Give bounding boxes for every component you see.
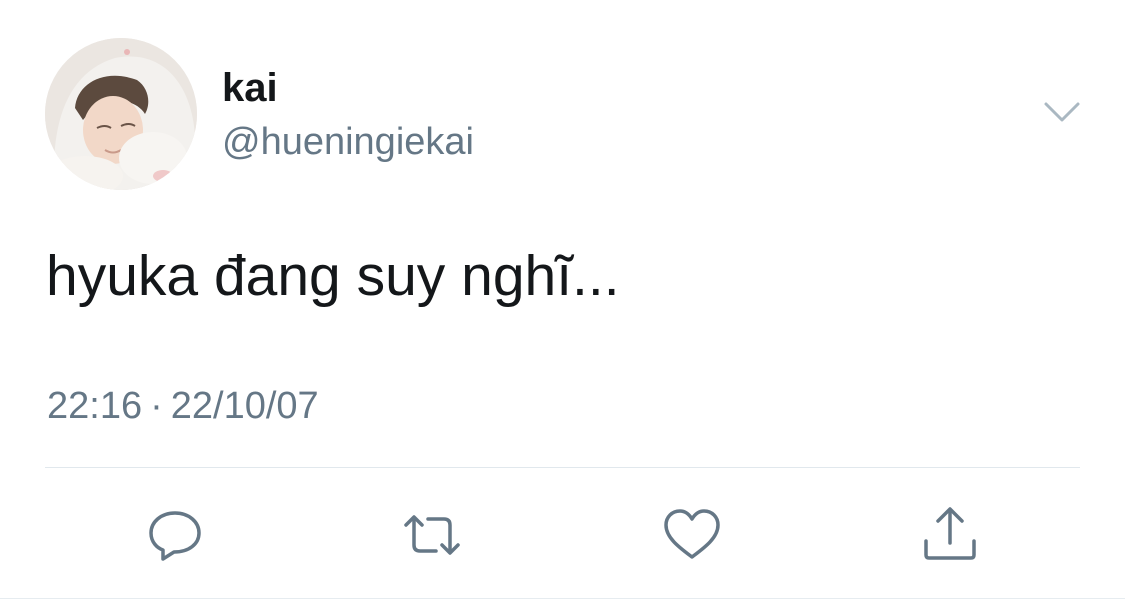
tweet-timestamp[interactable]: 22:16 · 22/10/07 xyxy=(47,382,319,430)
share-upload-icon xyxy=(924,507,976,560)
tweet-text: hyuka đang suy nghĩ... xyxy=(46,244,620,308)
avatar[interactable] xyxy=(45,38,197,190)
retweet-arrows-icon xyxy=(404,515,460,555)
chevron-down-icon[interactable] xyxy=(1040,96,1084,128)
user-handle[interactable]: @hueningiekai xyxy=(222,119,474,165)
tweet-date: 22/10/07 xyxy=(170,385,319,427)
speech-bubble-icon xyxy=(149,511,201,561)
avatar-photo xyxy=(45,38,197,190)
retweet-button[interactable] xyxy=(400,503,464,567)
like-button[interactable] xyxy=(660,503,724,567)
divider xyxy=(45,467,1080,468)
display-name[interactable]: kai xyxy=(222,64,278,112)
bottom-divider xyxy=(0,598,1125,599)
reply-button[interactable] xyxy=(143,503,207,567)
heart-icon xyxy=(664,509,720,559)
share-button[interactable] xyxy=(918,503,982,567)
timestamp-separator: · xyxy=(150,385,163,427)
tweet-time: 22:16 xyxy=(47,385,143,427)
